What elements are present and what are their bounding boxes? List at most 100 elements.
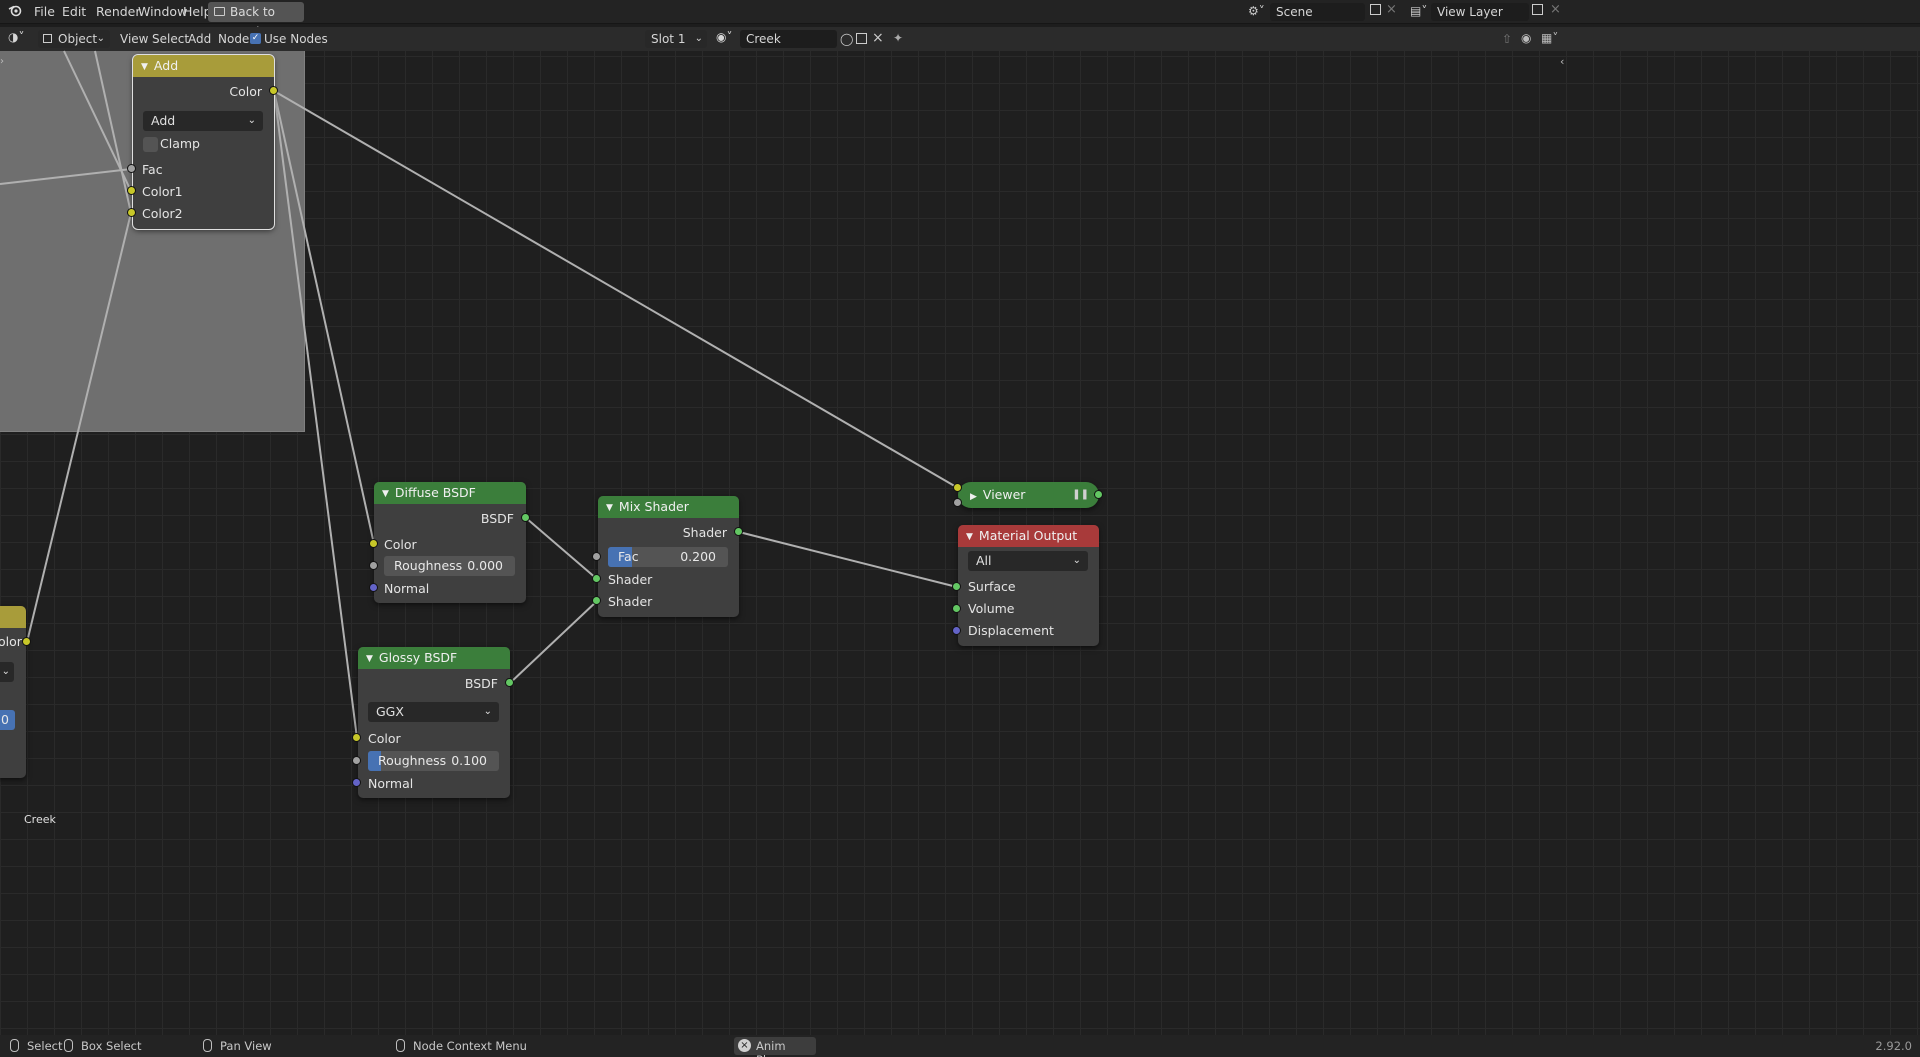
diffuse-roughness-socket[interactable]	[369, 561, 378, 570]
delete-view-layer-icon[interactable]: ×	[1550, 2, 1561, 17]
menu-file[interactable]: File	[34, 4, 55, 19]
volume-socket[interactable]	[952, 604, 961, 613]
scene-name-field[interactable]: Scene	[1270, 3, 1365, 21]
glossy-node-header[interactable]: ▼ Glossy BSDF	[358, 647, 510, 669]
mouse-middle-icon	[203, 1039, 212, 1052]
displacement-socket[interactable]	[952, 626, 961, 635]
collapse-triangle-icon[interactable]: ▼	[366, 648, 373, 670]
collapse-triangle-icon[interactable]: ▼	[606, 497, 613, 519]
glossy-bsdf-node[interactable]: ▼ Glossy BSDF BSDF GGX ⌄ Color Roughness 0…	[358, 647, 510, 798]
mix-shader-output-socket[interactable]	[734, 527, 743, 536]
fac-input-label: Fac	[142, 162, 163, 177]
glossy-roughness-socket[interactable]	[352, 756, 361, 765]
view-layer-field[interactable]: View Layer	[1431, 3, 1529, 21]
glossy-bsdf-output-socket[interactable]	[505, 678, 514, 687]
mix-fac-socket[interactable]	[592, 552, 601, 561]
menu-render[interactable]: Render	[96, 4, 141, 19]
offscreen-color-node[interactable]: olor ⌄ 0	[0, 606, 26, 778]
add-color-output-socket[interactable]	[269, 86, 278, 95]
mix-shader1-label: Shader	[608, 572, 653, 587]
blender-logo-icon[interactable]	[8, 3, 22, 20]
shader-type-dropdown[interactable]: Object ⌄	[38, 30, 110, 48]
menu-edit[interactable]: Edit	[62, 4, 86, 19]
diffuse-color-socket[interactable]	[369, 539, 378, 548]
collapse-triangle-icon[interactable]: ▼	[382, 483, 389, 505]
clamp-label: Clamp	[160, 136, 200, 151]
add-fac-socket[interactable]	[127, 164, 136, 173]
glossy-distribution-dropdown[interactable]: GGX ⌄	[368, 702, 499, 722]
diffuse-roughness-slider[interactable]: Roughness 0.000	[384, 556, 515, 576]
node-editor-header: ◑˅ Object ⌄ View Select Add Node ✓ Use N…	[0, 27, 1920, 51]
parent-node-tree-icon[interactable]: ⇧	[1502, 32, 1512, 46]
material-label: Creek	[24, 813, 56, 826]
offscreen-value-slider[interactable]: 0	[0, 710, 15, 730]
status-box-select: Box Select	[81, 1039, 142, 1053]
new-view-layer-icon[interactable]	[1532, 4, 1543, 15]
cancel-circle-icon[interactable]: ×	[738, 1039, 751, 1052]
add-color1-socket[interactable]	[127, 186, 136, 195]
blend-mode-dropdown[interactable]: Add ⌄	[143, 111, 263, 131]
pin-icon[interactable]: ✦	[893, 31, 903, 45]
material-output-header[interactable]: ▼ Material Output	[958, 525, 1099, 547]
back-to-previous-button[interactable]: Back to Previous	[208, 2, 304, 39]
add-mix-node[interactable]: ▼ Add Color Add ⌄ Clamp Fac Color1 Color2	[132, 54, 275, 230]
collapse-triangle-icon[interactable]: ▼	[141, 56, 148, 78]
material-name-field[interactable]: Creek	[740, 30, 837, 48]
menu-window[interactable]: Window	[138, 4, 187, 19]
mix-node-header[interactable]: ▼ Mix Shader	[598, 496, 739, 518]
menu-view[interactable]: View	[120, 32, 148, 46]
diffuse-node-header[interactable]: ▼ Diffuse BSDF	[374, 482, 526, 504]
color1-input-label: Color1	[142, 184, 183, 199]
version-label: 2.92.0	[1875, 1039, 1912, 1053]
view-layer-icon[interactable]: ▤˅	[1410, 4, 1427, 18]
offscreen-dropdown[interactable]: ⌄	[0, 662, 14, 682]
fake-user-shield-icon[interactable]: ◯	[840, 32, 853, 46]
surface-socket[interactable]	[952, 582, 961, 591]
menu-select[interactable]: Select	[152, 32, 189, 46]
use-nodes-checkbox[interactable]: ✓	[250, 33, 261, 44]
diffuse-bsdf-node[interactable]: ▼ Diffuse BSDF BSDF Color Roughness 0.000…	[374, 482, 526, 603]
menu-add[interactable]: Add	[188, 32, 211, 46]
material-browse-icon[interactable]: ◉˅	[716, 30, 732, 44]
expand-triangle-icon[interactable]: ▶	[970, 492, 977, 502]
snap-icon[interactable]: ▦˅	[1541, 31, 1558, 45]
offscreen-color-output-socket[interactable]	[22, 637, 31, 646]
viewer-node[interactable]: ▶ Viewer ❚❚	[958, 482, 1099, 508]
menu-node[interactable]: Node	[218, 32, 249, 46]
material-output-node[interactable]: ▼ Material Output All ⌄ Surface Volume Dis…	[958, 525, 1099, 646]
mix-shader2-socket[interactable]	[592, 596, 601, 605]
add-color2-socket[interactable]	[127, 208, 136, 217]
scene-icon[interactable]: ⚙˅	[1248, 4, 1265, 18]
viewer-output-socket[interactable]	[1094, 490, 1103, 499]
add-node-header[interactable]: ▼ Add	[133, 55, 274, 77]
viewer-alpha-socket[interactable]	[953, 498, 962, 507]
clamp-checkbox[interactable]	[143, 137, 158, 152]
new-scene-icon[interactable]	[1370, 4, 1381, 15]
glossy-roughness-slider[interactable]: Roughness 0.100	[368, 751, 499, 771]
chevron-down-icon: ⌄	[1072, 555, 1081, 566]
anim-player-button[interactable]: × Anim Player	[734, 1037, 816, 1057]
mix-fac-slider[interactable]: Fac 0.200	[608, 547, 728, 567]
overlays-icon[interactable]: ◉	[1521, 31, 1531, 45]
delete-scene-icon[interactable]: ×	[1386, 2, 1397, 17]
viewer-color-socket[interactable]	[953, 483, 962, 492]
editor-type-icon[interactable]: ◑˅	[8, 30, 24, 44]
duplicate-material-icon[interactable]	[856, 33, 867, 44]
offscreen-node-header[interactable]	[0, 606, 26, 628]
sidebar-toggle-icon[interactable]: ›	[0, 56, 4, 67]
mix-shader1-socket[interactable]	[592, 574, 601, 583]
mix-shader-node[interactable]: ▼ Mix Shader Shader Fac 0.200 Shader Shad…	[598, 496, 739, 617]
unlink-material-icon[interactable]: ×	[872, 30, 884, 46]
right-panel-toggle-icon[interactable]: ‹	[1560, 55, 1564, 68]
collapse-triangle-icon[interactable]: ▼	[966, 526, 973, 548]
status-pan-view: Pan View	[220, 1039, 272, 1053]
glossy-color-socket[interactable]	[352, 733, 361, 742]
output-target-dropdown[interactable]: All ⌄	[968, 551, 1088, 571]
object-icon	[43, 34, 52, 43]
glossy-normal-socket[interactable]	[352, 778, 361, 787]
mix-output-label: Shader	[682, 525, 727, 540]
diffuse-normal-socket[interactable]	[369, 583, 378, 592]
diffuse-bsdf-output-socket[interactable]	[521, 513, 530, 522]
chevron-down-icon: ⌄	[694, 33, 703, 44]
slot-dropdown[interactable]: Slot 1 ⌄	[645, 30, 707, 48]
